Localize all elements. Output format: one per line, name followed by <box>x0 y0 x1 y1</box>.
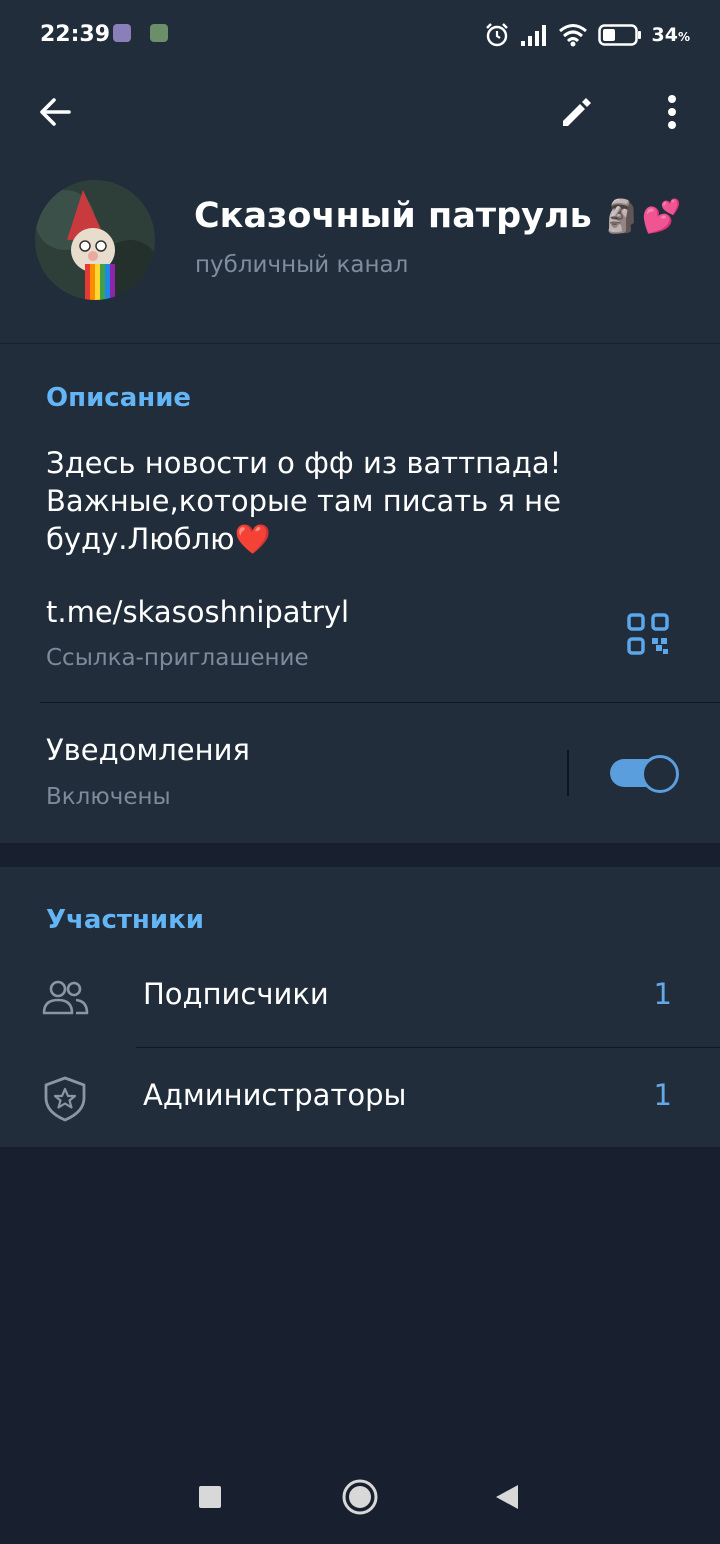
qr-code-button[interactable] <box>626 612 670 656</box>
notifications-toggle[interactable] <box>610 754 679 793</box>
notifications-title: Уведомления <box>46 733 250 767</box>
admin-shield-icon <box>44 1076 86 1122</box>
administrators-label: Администраторы <box>143 1078 407 1112</box>
battery-icon <box>597 24 641 46</box>
members-section-label: Участники <box>46 905 204 935</box>
toggle-knob <box>641 755 679 793</box>
channel-title-emoji: 🗿💕 <box>601 197 682 235</box>
battery-unit: % <box>677 30 690 44</box>
circle-icon <box>342 1479 378 1515</box>
channel-type-label: публичный канал <box>195 252 409 278</box>
system-navigation-bar <box>0 1450 720 1544</box>
administrators-row[interactable]: Администраторы 1 <box>0 1048 720 1148</box>
battery-value: 34 <box>651 24 678 46</box>
qr-code-icon <box>627 613 669 655</box>
signal-icon <box>520 25 546 46</box>
subscribers-count: 1 <box>653 977 672 1011</box>
square-icon <box>199 1486 221 1508</box>
subscribers-label: Подписчики <box>143 977 329 1011</box>
channel-title-text: Сказочный патруль <box>194 196 592 236</box>
people-icon <box>42 980 89 1015</box>
triangle-back-icon <box>496 1485 518 1509</box>
members-card: Участники Подписчики 1 Администраторы 1 <box>0 867 720 1147</box>
home-button[interactable] <box>338 1475 382 1519</box>
back-button[interactable] <box>31 88 79 136</box>
gnome-avatar-image <box>35 180 155 300</box>
pencil-icon <box>563 98 591 126</box>
app-notification-icon <box>113 24 131 42</box>
status-time: 22:39 <box>40 22 111 47</box>
toggle-separator <box>567 750 569 796</box>
status-bar: 22:39 34% <box>0 0 720 70</box>
channel-header: 22:39 34% Сказочный патруль 🗿💕 публичный… <box>0 0 720 343</box>
channel-avatar[interactable] <box>35 180 155 300</box>
battery-percent: 34% <box>652 24 690 46</box>
app-notification-icon <box>150 24 168 42</box>
subscribers-row[interactable]: Подписчики 1 <box>0 947 720 1047</box>
more-menu-button[interactable] <box>648 88 696 136</box>
wifi-icon <box>558 24 587 47</box>
recents-button[interactable] <box>188 1475 232 1519</box>
administrators-count: 1 <box>653 1078 672 1112</box>
status-indicators: 34% <box>484 20 690 50</box>
edit-button[interactable] <box>552 88 600 136</box>
notifications-state: Включены <box>46 784 171 810</box>
invite-link[interactable]: t.me/skasoshnipatryl <box>46 595 349 629</box>
channel-description[interactable]: Здесь новости о фф из ваттпада! Важные,к… <box>46 444 666 558</box>
arrow-left-icon <box>40 98 71 126</box>
alarm-icon <box>485 23 508 47</box>
description-section-label: Описание <box>46 383 192 413</box>
back-nav-button[interactable] <box>485 1475 529 1519</box>
channel-title: Сказочный патруль 🗿💕 <box>194 196 681 236</box>
channel-info-screen: 22:39 34% Сказочный патруль 🗿💕 публичный… <box>0 0 720 1544</box>
row-divider <box>40 702 720 703</box>
invite-link-caption: Ссылка-приглашение <box>46 645 309 671</box>
more-vertical-icon <box>668 95 676 129</box>
